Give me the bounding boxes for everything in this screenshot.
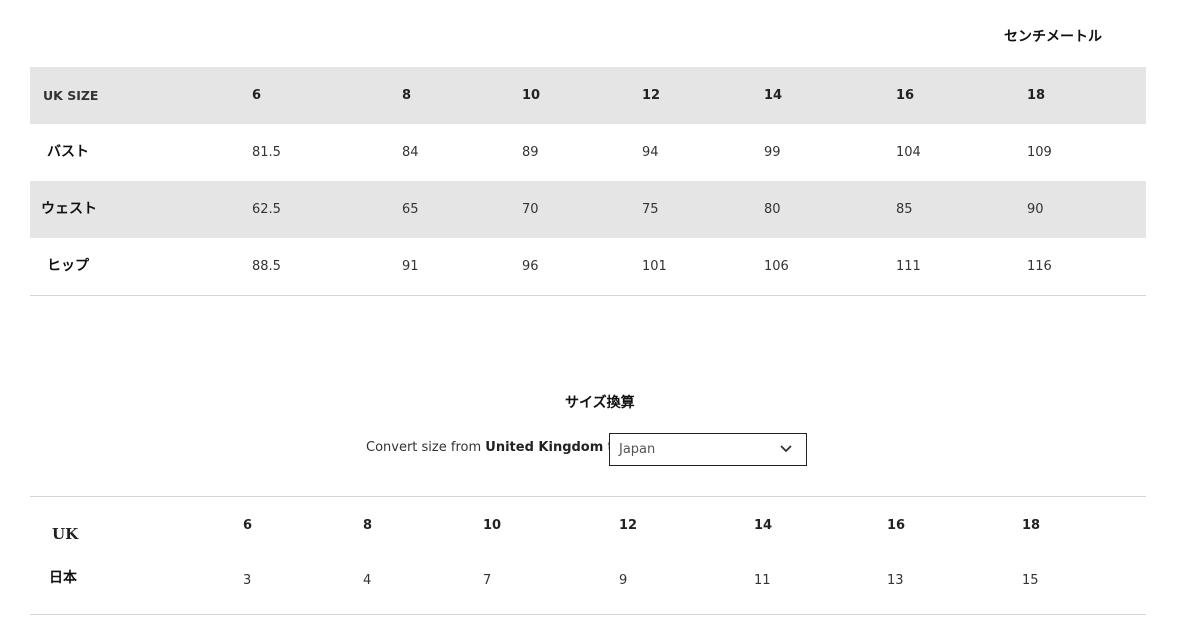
table-cell: 99 <box>764 145 781 160</box>
table-cell: 111 <box>896 259 921 274</box>
size-header: 6 <box>252 88 262 103</box>
table-row-waist: ウェスト 62.5 65 70 75 80 85 90 <box>30 181 1146 238</box>
size-header: 10 <box>483 518 502 533</box>
size-conversion-title: サイズ換算 <box>565 395 635 411</box>
table-cell: 84 <box>402 145 419 160</box>
conversion-row-japan: 日本 3 4 7 9 11 13 15 <box>30 567 1146 595</box>
table-cell: 4 <box>363 573 372 588</box>
table-cell: 15 <box>1022 573 1039 588</box>
table-cell: 88.5 <box>252 259 281 274</box>
from-country: United Kingdom <box>485 440 604 455</box>
table-cell: 94 <box>642 145 659 160</box>
size-header: 14 <box>764 88 783 103</box>
uk-label: UK <box>52 525 79 543</box>
table-cell: 7 <box>483 573 492 588</box>
row-label: ウェスト <box>41 201 97 217</box>
size-header: 12 <box>619 518 638 533</box>
table-cell: 9 <box>619 573 628 588</box>
size-header: 14 <box>754 518 773 533</box>
table-cell: 101 <box>642 259 667 274</box>
size-header: 12 <box>642 88 661 103</box>
size-header: 16 <box>887 518 906 533</box>
table-cell: 13 <box>887 573 904 588</box>
table-cell: 96 <box>522 259 539 274</box>
table-cell: 106 <box>764 259 789 274</box>
table-cell: 75 <box>642 202 659 217</box>
size-header: 6 <box>243 518 253 533</box>
table-row-hip: ヒップ 88.5 91 96 101 106 111 116 <box>30 238 1146 295</box>
size-header: 8 <box>402 88 412 103</box>
uk-size-header: UK SIZE <box>43 88 99 103</box>
size-header: 18 <box>1027 88 1046 103</box>
conversion-table: UK 6 8 10 12 14 16 18 日本 3 4 7 9 11 13 1… <box>30 496 1146 615</box>
table-cell: 81.5 <box>252 145 281 160</box>
unit-label: センチメートル <box>1004 29 1102 45</box>
chevron-down-icon <box>780 445 792 453</box>
size-header: 18 <box>1022 518 1041 533</box>
table-cell: 80 <box>764 202 781 217</box>
table-cell: 109 <box>1027 145 1052 160</box>
table-header-row: UK SIZE 6 8 10 12 14 16 18 <box>30 67 1146 124</box>
conversion-header-row: UK 6 8 10 12 14 16 18 <box>30 512 1146 543</box>
convert-size-text: Convert size from United Kingdom to <box>366 440 621 455</box>
table-cell: 116 <box>1027 259 1052 274</box>
size-header: 8 <box>363 518 373 533</box>
row-label: バスト <box>47 144 89 160</box>
table-cell: 85 <box>896 202 913 217</box>
table-cell: 65 <box>402 202 419 217</box>
country-select-value: Japan <box>619 442 656 457</box>
table-cell: 62.5 <box>252 202 281 217</box>
size-header: 16 <box>896 88 915 103</box>
country-select[interactable]: Japan <box>609 433 807 466</box>
measurements-table: UK SIZE 6 8 10 12 14 16 18 バスト 81.5 84 8… <box>30 67 1146 296</box>
table-cell: 104 <box>896 145 921 160</box>
size-header: 10 <box>522 88 541 103</box>
table-row-bust: バスト 81.5 84 89 94 99 104 109 <box>30 124 1146 181</box>
table-cell: 70 <box>522 202 539 217</box>
table-cell: 91 <box>402 259 419 274</box>
table-cell: 90 <box>1027 202 1044 217</box>
table-cell: 89 <box>522 145 539 160</box>
table-cell: 3 <box>243 573 252 588</box>
convert-prefix: Convert size from <box>366 440 482 455</box>
row-label: ヒップ <box>47 258 89 274</box>
japan-label: 日本 <box>49 570 77 586</box>
table-cell: 11 <box>754 573 771 588</box>
